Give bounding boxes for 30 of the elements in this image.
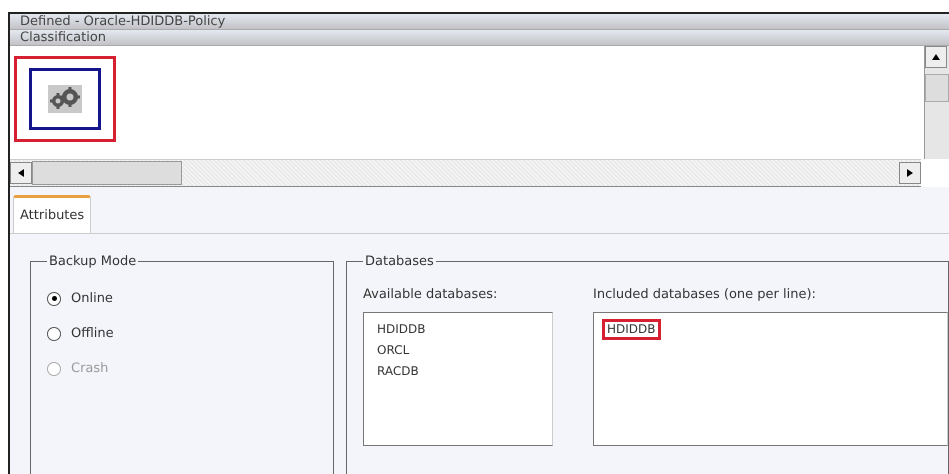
list-item: HDIDDB [602,319,661,340]
radio-label: Online [71,291,113,306]
section-title: Classification [20,30,106,45]
radio-label: Offline [71,326,114,341]
available-list[interactable]: HDIDDB ORCL RACDB [363,312,553,446]
window-title: Defined - Oracle-HDIDDB-Policy [20,14,226,29]
list-item[interactable]: RACDB [372,361,424,382]
left-triangle-icon [18,169,24,177]
policy-tile[interactable] [29,68,101,130]
list-item[interactable]: HDIDDB [372,319,431,340]
scroll-up-button[interactable] [925,46,947,68]
scroll-left-button[interactable] [10,162,32,184]
radio-label: Crash [71,361,108,376]
right-triangle-icon [907,169,913,177]
tab[interactable]: Attributes [13,195,92,233]
group-title: Databases [364,254,435,269]
up-triangle-icon [932,54,940,60]
radio-button[interactable] [47,292,61,306]
included-textarea[interactable]: HDIDDB [593,312,948,446]
scroll-thumb[interactable] [925,74,949,102]
horizontal-scrollbar[interactable] [10,159,921,187]
gears-icon [48,85,82,113]
radio-button[interactable] [47,326,61,340]
scroll-right-button[interactable] [899,162,921,184]
list-label: Included databases (one per line): [593,287,817,302]
scroll-thumb[interactable] [32,161,182,185]
list-item[interactable]: ORCL [372,340,414,361]
vertical-scrollbar[interactable] [924,46,949,159]
group-title: Backup Mode [48,254,138,269]
list-label: Available databases: [363,287,498,302]
